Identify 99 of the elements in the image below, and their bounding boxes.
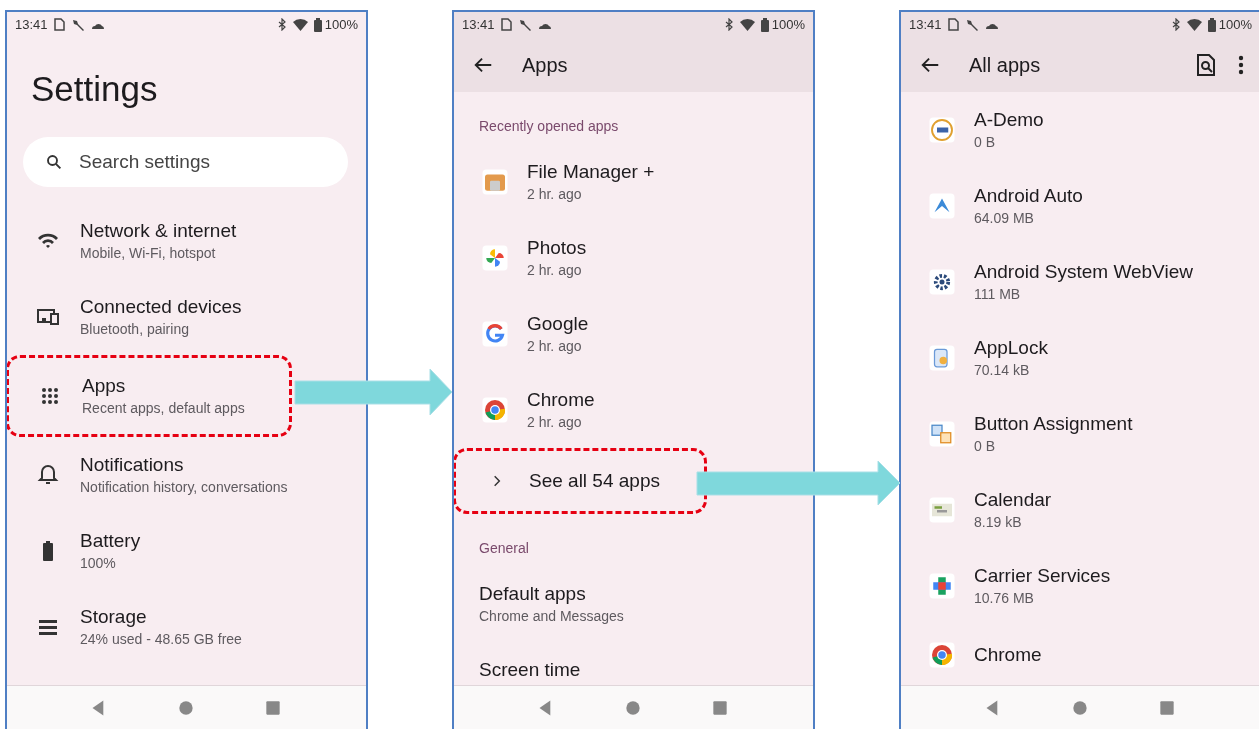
bluetooth-icon	[724, 18, 734, 31]
list-item[interactable]: A-Demo 0 B	[901, 92, 1259, 168]
sim-icon	[500, 18, 512, 31]
list-item[interactable]: Carrier Services 10.76 MB	[901, 548, 1259, 624]
item-subtitle: 0 B	[974, 133, 996, 152]
item-subtitle: 100%	[80, 554, 117, 573]
bell-icon	[36, 463, 60, 487]
more-options-icon[interactable]	[1238, 54, 1244, 75]
folder-icon	[480, 167, 510, 197]
puzzle-icon	[927, 571, 957, 601]
status-time: 13:41	[462, 15, 495, 34]
chevron-up-icon	[927, 191, 957, 221]
sim-icon	[53, 18, 65, 31]
item-title: Chrome	[974, 643, 1042, 667]
item-title: Default apps	[479, 582, 587, 606]
item-subtitle: 2 hr. ago	[527, 261, 583, 280]
item-title: File Manager +	[527, 160, 655, 184]
item-subtitle: 70.14 kB	[974, 361, 1031, 380]
battery-percent: 100%	[324, 15, 358, 34]
list-item[interactable]: Network & internet Mobile, Wi-Fi, hotspot	[7, 203, 366, 279]
item-title: Battery	[80, 529, 141, 553]
list-item[interactable]: Chrome 2 hr. ago	[454, 372, 813, 448]
page-title: All apps	[969, 52, 1042, 78]
list-item[interactable]: Chrome	[901, 624, 1259, 685]
list-item[interactable]: Google 2 hr. ago	[454, 296, 813, 372]
search-icon	[45, 153, 63, 171]
list-item[interactable]: Default apps Chrome and Messages	[454, 566, 813, 642]
item-subtitle: 8.19 kB	[974, 513, 1023, 532]
section-header: Recently opened apps	[478, 117, 620, 136]
item-title: Notifications	[80, 453, 185, 477]
button-tiles-icon	[927, 419, 957, 449]
wifi-signal-icon	[1186, 18, 1202, 31]
page-title: Apps	[522, 52, 569, 78]
lock-tile-icon	[927, 343, 957, 373]
item-subtitle: Mobile, Wi-Fi, hotspot	[80, 244, 217, 263]
item-title: Carrier Services	[974, 564, 1111, 588]
item-subtitle: 111 MB	[974, 285, 1022, 304]
item-subtitle: Bluetooth, pairing	[80, 320, 190, 339]
status-time: 13:41	[15, 15, 48, 34]
list-item[interactable]: Screen time	[454, 642, 813, 685]
item-subtitle: 24% used - 48.65 GB free	[80, 630, 242, 649]
wifi-signal-icon	[739, 18, 755, 31]
page-title: Settings	[30, 68, 159, 110]
item-title: Photos	[527, 236, 587, 260]
item-subtitle: Notification history, conversations	[80, 478, 288, 497]
list-item[interactable]: Photos 2 hr. ago	[454, 220, 813, 296]
sim-icon	[947, 18, 959, 31]
item-subtitle: Recent apps, default apps	[82, 399, 245, 418]
list-item[interactable]: Apps Recent apps, default apps	[7, 355, 292, 437]
item-title: Screen time	[479, 658, 581, 682]
list-item[interactable]: Notifications Notification history, conversations	[7, 437, 366, 513]
item-subtitle: 10.76 MB	[974, 589, 1035, 608]
item-title: Button Assignment	[974, 412, 1133, 436]
search-document-icon[interactable]	[1196, 53, 1216, 76]
ring-logo-icon	[927, 115, 957, 145]
list-item[interactable]: Calendar 8.19 kB	[901, 472, 1259, 548]
chrome-icon	[927, 640, 957, 670]
battery-percent: 100%	[771, 15, 805, 34]
battery-level-icon	[313, 17, 322, 32]
bluetooth-icon	[1171, 18, 1181, 31]
item-title: Chrome	[527, 388, 595, 412]
battery-level-icon	[1207, 17, 1216, 32]
item-title: Network & internet	[80, 219, 237, 243]
item-title: See all 54 apps	[529, 469, 660, 493]
list-item[interactable]: Storage 24% used - 48.65 GB free	[7, 589, 366, 665]
item-title: Android Auto	[974, 184, 1083, 208]
list-item[interactable]: File Manager + 2 hr. ago	[454, 144, 813, 220]
status-time: 13:41	[909, 15, 942, 34]
item-subtitle: 64.09 MB	[974, 209, 1035, 228]
item-title: Storage	[80, 605, 148, 629]
item-title: Calendar	[974, 488, 1052, 512]
wifi-signal-icon	[292, 18, 308, 31]
list-item[interactable]: Android System WebView 111 MB	[901, 244, 1259, 320]
bluetooth-icon	[277, 18, 287, 31]
item-title: Apps	[82, 374, 127, 398]
section-header: General	[478, 539, 530, 558]
item-title: Android System WebView	[974, 260, 1193, 284]
item-title: Google	[527, 312, 589, 336]
item-subtitle: 2 hr. ago	[527, 185, 583, 204]
list-item[interactable]: Android Auto 64.09 MB	[901, 168, 1259, 244]
list-item[interactable]: Battery 100%	[7, 513, 366, 589]
gear-icon	[927, 267, 957, 297]
item-subtitle: Chrome and Messages	[479, 607, 624, 626]
calendar-icon	[927, 495, 957, 525]
item-title: Connected devices	[80, 295, 242, 319]
item-title: AppLock	[974, 336, 1048, 360]
item-title: A-Demo	[974, 108, 1044, 132]
search-field[interactable]: Search settings	[23, 137, 348, 187]
google-icon	[480, 319, 510, 349]
list-item[interactable]: AppLock 70.14 kB	[901, 320, 1259, 396]
item-subtitle: 2 hr. ago	[527, 413, 583, 432]
item-subtitle: 2 hr. ago	[527, 337, 583, 356]
list-item[interactable]: Button Assignment 0 B	[901, 396, 1259, 472]
chrome-icon	[480, 395, 510, 425]
list-item[interactable]: Connected devices Bluetooth, pairing	[7, 279, 366, 355]
battery-percent: 100%	[1218, 15, 1252, 34]
battery-level-icon	[760, 17, 769, 32]
item-subtitle: 0 B	[974, 437, 996, 456]
pinwheel-icon	[480, 243, 510, 273]
